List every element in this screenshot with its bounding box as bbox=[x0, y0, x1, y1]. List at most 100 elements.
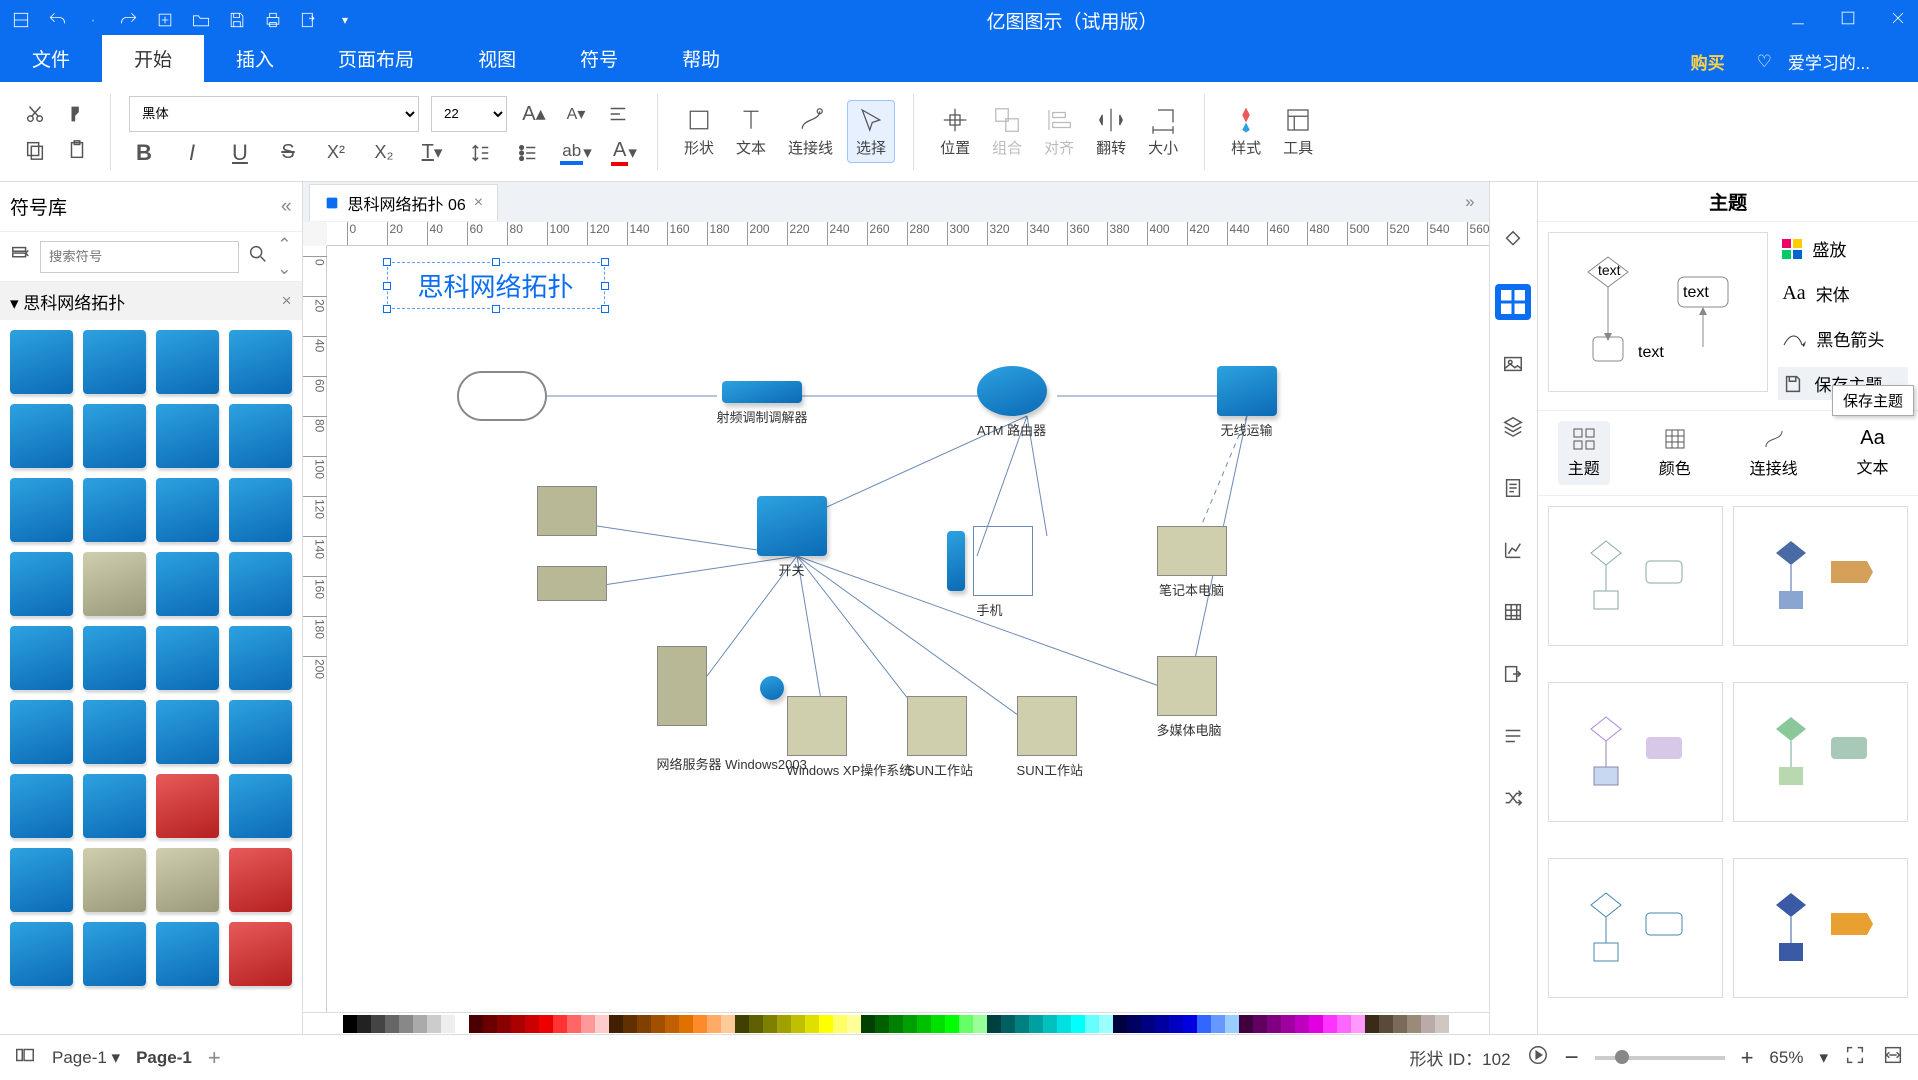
node-winxp[interactable]: Windows XP操作系统 bbox=[787, 696, 913, 779]
color-swatch[interactable] bbox=[1267, 1015, 1281, 1033]
category-close-icon[interactable]: × bbox=[282, 291, 292, 311]
palette-shape[interactable] bbox=[10, 404, 73, 468]
palette-shape[interactable] bbox=[83, 478, 146, 542]
favorite-icon[interactable]: ♡ bbox=[1757, 52, 1772, 72]
theme-thumb[interactable] bbox=[1733, 506, 1908, 646]
node-switch[interactable]: 开关 bbox=[757, 496, 827, 579]
strikethrough-icon[interactable]: S bbox=[273, 138, 303, 168]
palette-shape[interactable] bbox=[156, 848, 219, 912]
zoom-in-icon[interactable]: + bbox=[1741, 1045, 1754, 1071]
page-tab-active[interactable]: Page-1 bbox=[136, 1048, 192, 1068]
node-server[interactable]: 网络服务器 Windows2003 bbox=[657, 646, 807, 773]
node-box1[interactable] bbox=[537, 486, 597, 536]
buy-button[interactable]: 购买 bbox=[1691, 49, 1725, 74]
align-dropdown-icon[interactable] bbox=[603, 99, 633, 129]
palette-shape[interactable] bbox=[156, 700, 219, 764]
palette-shape[interactable] bbox=[229, 478, 292, 542]
color-swatch[interactable] bbox=[763, 1015, 777, 1033]
palette-shape[interactable] bbox=[83, 774, 146, 838]
color-swatch[interactable] bbox=[665, 1015, 679, 1033]
bold-icon[interactable]: B bbox=[129, 138, 159, 168]
group-tool[interactable]: 组合 bbox=[984, 101, 1030, 162]
palette-shape[interactable] bbox=[156, 478, 219, 542]
format-painter-icon[interactable] bbox=[62, 99, 92, 129]
rail-fill-icon[interactable] bbox=[1495, 222, 1531, 258]
color-swatch[interactable] bbox=[1043, 1015, 1057, 1033]
user-label[interactable]: 爱学习的... bbox=[1788, 49, 1870, 74]
palette-shape[interactable] bbox=[229, 700, 292, 764]
flip-tool[interactable]: 翻转 bbox=[1088, 101, 1134, 162]
maximize-icon[interactable] bbox=[1838, 8, 1858, 33]
zoom-slider[interactable] bbox=[1595, 1056, 1725, 1060]
node-laptop[interactable]: 笔记本电脑 bbox=[1157, 526, 1227, 599]
subscript-icon[interactable]: X₂ bbox=[369, 138, 399, 168]
color-swatch[interactable] bbox=[1099, 1015, 1113, 1033]
pages-icon[interactable] bbox=[14, 1044, 36, 1071]
palette-shape[interactable] bbox=[229, 552, 292, 616]
paste-icon[interactable] bbox=[62, 135, 92, 165]
save-icon[interactable] bbox=[226, 9, 248, 31]
app-logo[interactable] bbox=[10, 9, 32, 31]
color-swatch[interactable] bbox=[679, 1015, 693, 1033]
color-swatch[interactable] bbox=[399, 1015, 413, 1033]
color-swatch[interactable] bbox=[1225, 1015, 1239, 1033]
color-swatch[interactable] bbox=[1029, 1015, 1043, 1033]
library-menu-icon[interactable] bbox=[10, 243, 32, 270]
text-tool[interactable]: 文本 bbox=[728, 101, 774, 162]
undo-icon[interactable] bbox=[46, 9, 68, 31]
size-tool[interactable]: 大小 bbox=[1140, 101, 1186, 162]
palette-shape[interactable] bbox=[229, 922, 292, 986]
node-sun2[interactable]: SUN工作站 bbox=[1017, 696, 1083, 779]
style-tool[interactable]: 样式 bbox=[1223, 101, 1269, 162]
zoom-value[interactable]: 65% bbox=[1769, 1048, 1803, 1068]
palette-shape[interactable] bbox=[229, 330, 292, 394]
palette-shape[interactable] bbox=[156, 626, 219, 690]
palette-shape[interactable] bbox=[10, 848, 73, 912]
palette-shape[interactable] bbox=[83, 922, 146, 986]
cut-icon[interactable] bbox=[20, 99, 50, 129]
node-rf-modem[interactable]: 射频调制调解器 bbox=[717, 381, 808, 426]
palette-shape[interactable] bbox=[83, 700, 146, 764]
color-swatch[interactable] bbox=[371, 1015, 385, 1033]
color-swatch[interactable] bbox=[1239, 1015, 1253, 1033]
font-color-icon[interactable]: A▾ bbox=[609, 138, 639, 168]
palette-shape[interactable] bbox=[229, 848, 292, 912]
color-swatch[interactable] bbox=[693, 1015, 707, 1033]
color-swatch[interactable] bbox=[413, 1015, 427, 1033]
expand-right-icon[interactable]: » bbox=[1451, 192, 1488, 212]
color-swatch[interactable] bbox=[805, 1015, 819, 1033]
palette-shape[interactable] bbox=[229, 626, 292, 690]
decrease-font-icon[interactable]: A▾ bbox=[561, 99, 591, 129]
color-swatch[interactable] bbox=[1141, 1015, 1155, 1033]
palette-shape[interactable] bbox=[10, 626, 73, 690]
color-swatch[interactable] bbox=[637, 1015, 651, 1033]
palette-shape[interactable] bbox=[10, 330, 73, 394]
position-tool[interactable]: 位置 bbox=[932, 101, 978, 162]
color-swatch[interactable] bbox=[497, 1015, 511, 1033]
color-swatch[interactable] bbox=[1015, 1015, 1029, 1033]
color-swatch[interactable] bbox=[1281, 1015, 1295, 1033]
new-icon[interactable] bbox=[154, 9, 176, 31]
opt-bloom[interactable]: 盛放 bbox=[1778, 232, 1908, 265]
theme-thumb[interactable] bbox=[1548, 682, 1723, 822]
close-icon[interactable] bbox=[1888, 8, 1908, 33]
redo-icon[interactable] bbox=[118, 9, 140, 31]
menu-tab-view[interactable]: 视图 bbox=[446, 35, 548, 82]
node-multimedia[interactable]: 多媒体电脑 bbox=[1157, 656, 1222, 739]
color-swatch[interactable] bbox=[791, 1015, 805, 1033]
color-swatch[interactable] bbox=[609, 1015, 623, 1033]
opt-font[interactable]: Aa宋体 bbox=[1778, 277, 1908, 310]
color-swatch[interactable] bbox=[777, 1015, 791, 1033]
menu-tab-file[interactable]: 文件 bbox=[0, 35, 102, 82]
palette-shape[interactable] bbox=[83, 330, 146, 394]
menu-tab-help[interactable]: 帮助 bbox=[650, 35, 752, 82]
color-swatch[interactable] bbox=[1127, 1015, 1141, 1033]
color-swatch[interactable] bbox=[441, 1015, 455, 1033]
palette-shape[interactable] bbox=[10, 552, 73, 616]
color-swatch[interactable] bbox=[357, 1015, 371, 1033]
theme-thumb[interactable] bbox=[1733, 682, 1908, 822]
color-swatch[interactable] bbox=[1253, 1015, 1267, 1033]
theme-tab-text[interactable]: Aa文本 bbox=[1847, 421, 1899, 485]
color-swatch[interactable] bbox=[483, 1015, 497, 1033]
minimize-icon[interactable] bbox=[1788, 8, 1808, 33]
